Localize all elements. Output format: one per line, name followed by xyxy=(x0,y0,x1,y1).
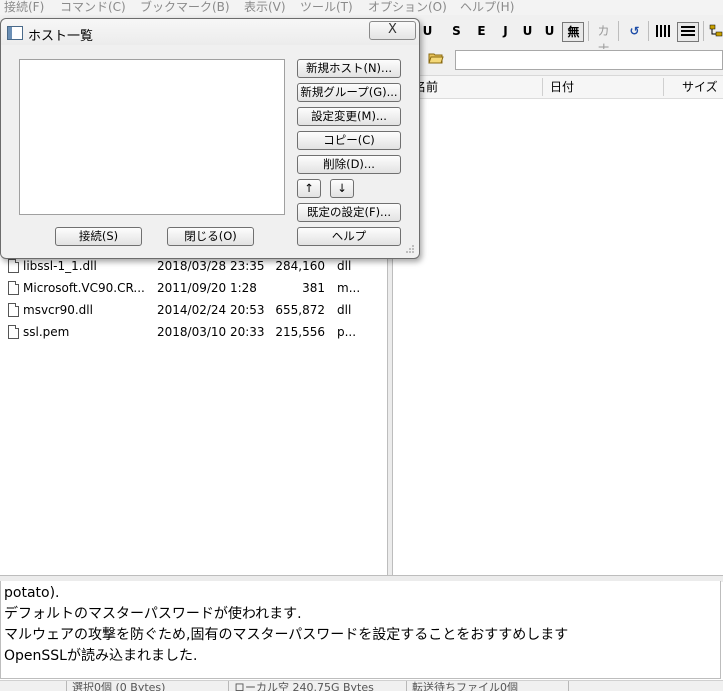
resize-grip-icon[interactable] xyxy=(405,244,415,254)
status-free-space: ローカル空 240.75G Bytes xyxy=(234,681,374,691)
copy-button[interactable]: コピー(C) xyxy=(297,131,401,150)
new-group-button[interactable]: 新規グループ(G)... xyxy=(297,83,401,102)
menu-tools[interactable]: ツール(T) xyxy=(300,0,353,15)
file-row[interactable]: Microsoft.VC90.CR... 2011/09/20 1:28 381… xyxy=(0,277,387,299)
file-icon xyxy=(8,303,19,317)
folder-open-icon[interactable] xyxy=(428,51,444,65)
host-list-dialog: ホスト一覧 X 新規ホスト(N)... 新規グループ(G)... 設定変更(M)… xyxy=(0,18,420,259)
menu-view[interactable]: 表示(V) xyxy=(244,0,286,15)
list-view-icon[interactable] xyxy=(654,22,672,40)
refresh-icon[interactable]: ↺ xyxy=(625,22,643,40)
menu-help[interactable]: ヘルプ(H) xyxy=(460,0,514,15)
kana-button[interactable]: カナ xyxy=(594,22,612,56)
log-panel[interactable]: potato). デフォルトのマスターパスワードが使われます. マルウェアの攻撃… xyxy=(0,581,721,679)
menu-connect[interactable]: 接続(F) xyxy=(4,0,44,15)
utf8bom-button[interactable]: U xyxy=(540,22,558,40)
remote-file-header: 名前 日付 サイズ xyxy=(392,76,723,99)
no-conversion-button[interactable]: 無 xyxy=(562,22,584,42)
menu-bookmark[interactable]: ブックマーク(B) xyxy=(140,0,230,15)
column-size[interactable]: サイズ xyxy=(682,76,718,98)
file-icon xyxy=(8,281,19,295)
file-row[interactable]: msvcr90.dll 2014/02/24 20:53 655,872 dll xyxy=(0,299,387,321)
utf8-button[interactable]: U xyxy=(518,22,536,40)
kanji-sjis-button[interactable]: U xyxy=(420,22,434,40)
column-date[interactable]: 日付 xyxy=(550,76,574,98)
connect-button[interactable]: 接続(S) xyxy=(55,227,142,246)
menu-bar: 接続(F) コマンド(C) ブックマーク(B) 表示(V) ツール(T) オプシ… xyxy=(0,0,723,15)
log-line: マルウェアの攻撃を防ぐため,固有のマスターパスワードを設定することをおすすめしま… xyxy=(4,627,569,643)
log-line: potato). xyxy=(4,585,60,601)
new-host-button[interactable]: 新規ホスト(N)... xyxy=(297,59,401,78)
status-bar: 選択0個 (0 Bytes) ローカル空 240.75G Bytes 転送待ちフ… xyxy=(0,680,723,691)
close-dialog-button[interactable]: 閉じる(O) xyxy=(167,227,254,246)
menu-options[interactable]: オプション(O) xyxy=(368,0,447,15)
move-up-button[interactable]: ↑ xyxy=(297,179,321,198)
default-settings-button[interactable]: 既定の設定(F)... xyxy=(297,203,401,222)
host-list[interactable] xyxy=(19,59,285,215)
delete-button[interactable]: 削除(D)... xyxy=(297,155,401,174)
status-selection: 選択0個 (0 Bytes) xyxy=(72,681,166,691)
log-line: デフォルトのマスターパスワードが使われます. xyxy=(4,606,302,622)
file-icon xyxy=(8,325,19,339)
close-button[interactable]: X xyxy=(369,21,416,40)
jis-button[interactable]: J xyxy=(496,22,514,40)
dialog-title: ホスト一覧 xyxy=(28,29,94,44)
euc-button[interactable]: E xyxy=(472,22,490,40)
sjis-button[interactable]: S xyxy=(447,22,465,40)
edit-settings-button[interactable]: 設定変更(M)... xyxy=(297,107,401,126)
remote-path-input[interactable] xyxy=(455,50,723,70)
detail-view-icon[interactable] xyxy=(677,22,699,42)
window-icon xyxy=(7,26,23,40)
status-queue: 転送待ちファイル0個 xyxy=(412,681,518,691)
file-icon xyxy=(8,259,19,273)
menu-command[interactable]: コマンド(C) xyxy=(60,0,126,15)
move-down-button[interactable]: ↓ xyxy=(330,179,354,198)
help-button[interactable]: ヘルプ xyxy=(297,227,401,246)
log-line: OpenSSLが読み込まれました. xyxy=(4,648,198,664)
file-row[interactable]: ssl.pem 2018/03/10 20:33 215,556 p... xyxy=(0,321,387,343)
dialog-titlebar[interactable]: ホスト一覧 X xyxy=(1,19,419,45)
tree-view-icon[interactable] xyxy=(709,22,723,40)
